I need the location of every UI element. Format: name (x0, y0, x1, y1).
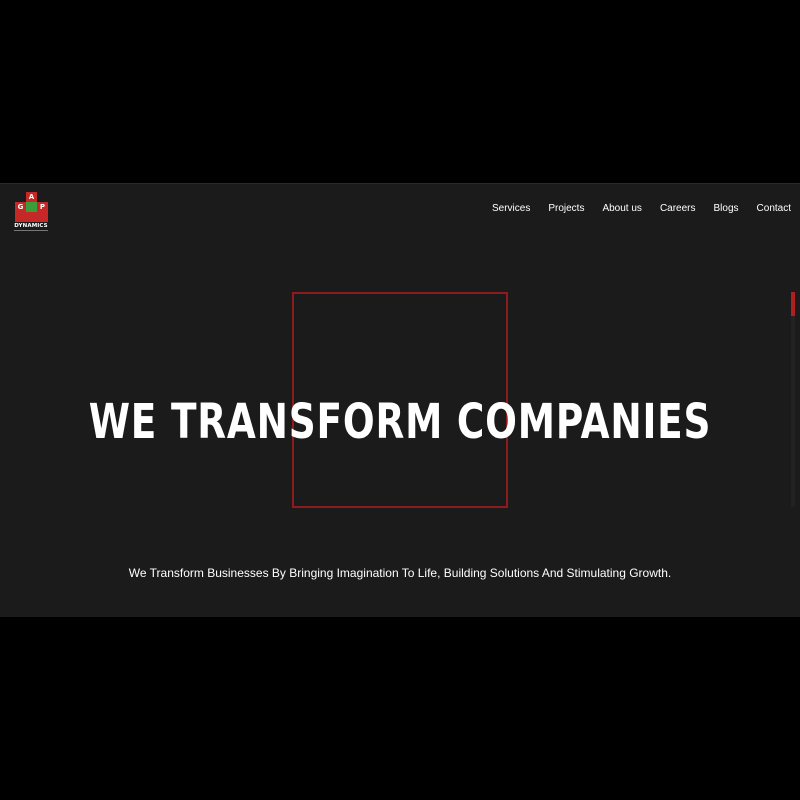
hero-title: WE TRANSFORM COMPANIES (88, 394, 712, 451)
logo-mark: A G P (10, 192, 52, 222)
logo-tile-bottom-left (15, 212, 26, 222)
logo-tile-center (26, 202, 37, 212)
brand-logo[interactable]: A G P DYNAMICS (10, 192, 52, 232)
logo-tile-right: P (37, 202, 48, 212)
logo-tile-top: A (26, 192, 37, 202)
nav-careers[interactable]: Careers (660, 203, 696, 214)
hero-subtitle: We Transform Businesses By Bringing Imag… (128, 566, 672, 580)
nav-blogs[interactable]: Blogs (714, 203, 739, 214)
logo-tagline-line (14, 230, 48, 231)
site-page: A G P DYNAMICS Services Projects About u… (0, 183, 800, 617)
logo-tile-bottom-center (26, 212, 37, 222)
scroll-indicator[interactable] (791, 292, 795, 507)
logo-wordmark: DYNAMICS (14, 223, 48, 229)
nav-contact[interactable]: Contact (757, 203, 791, 214)
scroll-indicator-thumb[interactable] (791, 292, 795, 316)
nav-services[interactable]: Services (492, 203, 530, 214)
logo-tile-left: G (15, 202, 26, 212)
main-nav: Services Projects About us Careers Blogs… (492, 203, 791, 214)
nav-about-us[interactable]: About us (602, 203, 641, 214)
nav-projects[interactable]: Projects (548, 203, 584, 214)
logo-tile-bottom-right (37, 212, 48, 222)
